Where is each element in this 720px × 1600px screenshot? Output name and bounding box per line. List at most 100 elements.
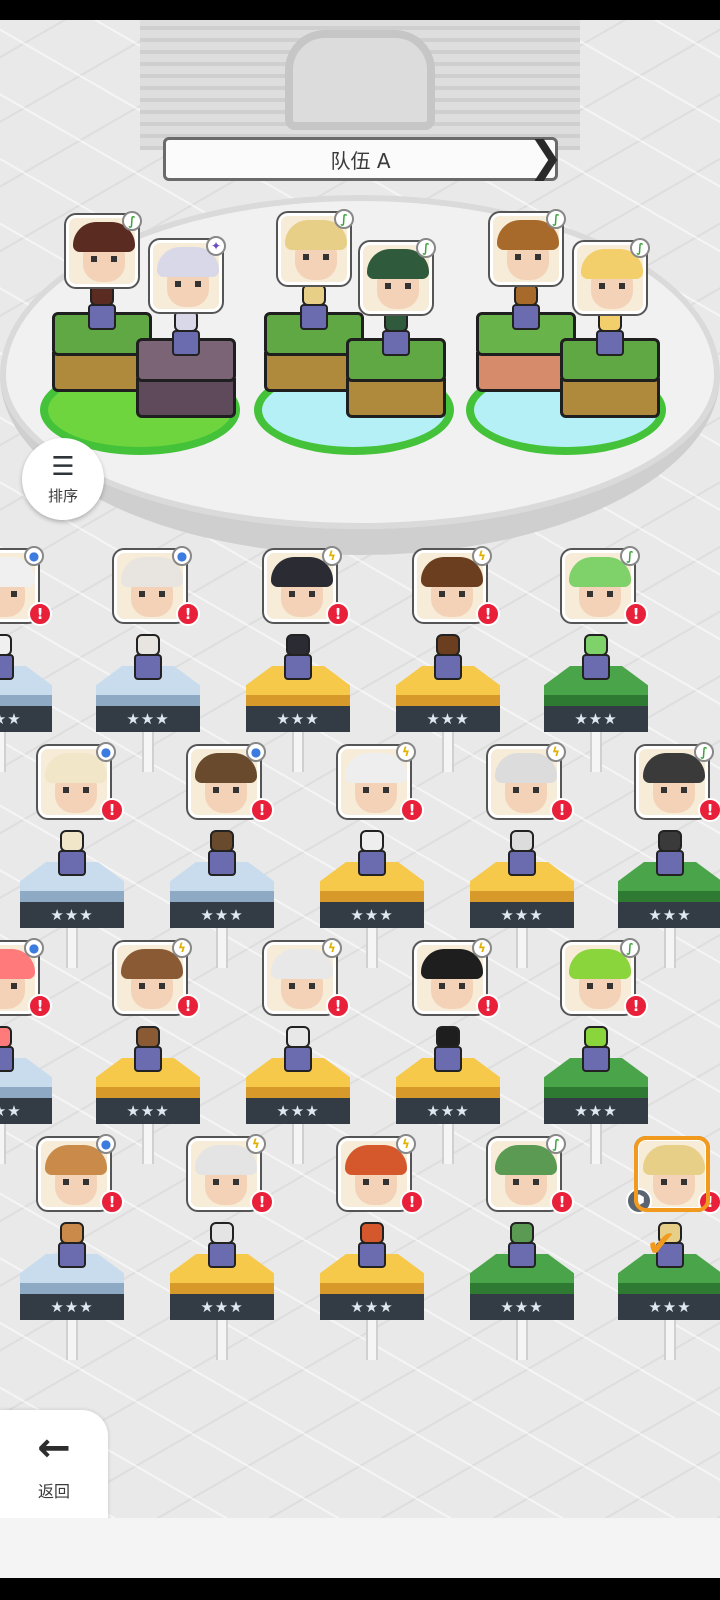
pedestal-pole [0,1124,6,1164]
sprite-body [58,1242,86,1268]
character-sprite [576,1026,616,1074]
pedestal-pole [366,928,378,968]
bolt-type-icon: ϟ [172,938,192,958]
pedestal-pole [216,1320,228,1360]
leaf-type-icon: ∫ [546,1134,566,1154]
alert-icon: ! [250,798,274,822]
pedestal-pole [442,732,454,772]
portrait-eyes [439,591,465,597]
star-rating: ★★★ [470,902,574,928]
portrait-eyes [587,983,613,989]
sprite-head [436,1026,460,1048]
portrait-eyes [213,1179,239,1185]
pedestal-pole [292,1124,304,1164]
pedestal-pole [66,1320,78,1360]
character-sprite [428,634,468,682]
character-sprite [428,1026,468,1074]
sprite-head [0,634,12,656]
portrait-eyes [661,787,687,793]
alert-icon: ! [550,1190,574,1214]
star-rating: ★★★ [20,902,124,928]
star-rating: ★★★ [0,706,52,732]
sprite-head [436,634,460,656]
star-rating: ★★★ [396,706,500,732]
star-rating: ★★★ [320,1294,424,1320]
alert-icon: ! [400,798,424,822]
sprite-head [136,1026,160,1048]
sprite-body [0,1046,14,1072]
star-rating: ★★★ [170,902,274,928]
leaf-type-icon: ∫ [620,546,640,566]
star-rating: ★★★ [320,902,424,928]
alert-icon: ! [698,798,720,822]
alert-icon: ! [624,994,648,1018]
alert-icon: ! [100,1190,124,1214]
character-sprite [52,1222,92,1270]
pedestal-pole [664,928,676,968]
star-rating: ★★★ [246,706,350,732]
alert-icon: ! [100,798,124,822]
sprite-head [510,1222,534,1244]
portrait-eyes [513,787,539,793]
character-sprite [0,1026,20,1074]
bottom-strip [0,1518,720,1578]
star-rating: ★★★ [396,1098,500,1124]
orb-type-icon: ● [172,546,192,566]
portrait-eyes [139,983,165,989]
leaf-type-icon: ∫ [694,742,714,762]
sprite-body [134,654,162,680]
status-bar [0,0,720,20]
star-rating: ★★★ [96,706,200,732]
bolt-type-icon: ϟ [322,938,342,958]
portrait-eyes [0,591,17,597]
portrait-eyes [289,591,315,597]
alert-icon: ! [550,798,574,822]
sprite-head [60,830,84,852]
sprite-body [582,1046,610,1072]
character-roster: ★★★ ●! ★★★ ●! ★★★ ϟ! ★★★ ϟ! ★★★ ∫! ★★★ ●! ★★★ ●! ★★★ ϟ!… [0,20,720,1518]
sprite-head [658,830,682,852]
portrait-eyes [289,983,315,989]
pedestal-pole [216,928,228,968]
sprite-body [208,850,236,876]
pedestal-pole [664,1320,676,1360]
character-sprite [576,634,616,682]
sprite-head [286,1026,310,1048]
bolt-type-icon: ϟ [396,742,416,762]
portrait-eyes [63,787,89,793]
orb-type-icon: ● [96,742,116,762]
alert-icon: ! [28,602,52,626]
sprite-head [510,830,534,852]
bolt-type-icon: ϟ [322,546,342,566]
character-sprite [0,634,20,682]
character-sprite [278,634,318,682]
portrait-eyes [363,787,389,793]
alert-icon: ! [476,994,500,1018]
sprite-body [434,1046,462,1072]
portrait-eyes [439,983,465,989]
sprite-body [582,654,610,680]
alert-icon: ! [624,602,648,626]
star-rating: ★★★ [544,1098,648,1124]
sprite-body [134,1046,162,1072]
leaf-type-icon: ∫ [620,938,640,958]
star-rating: ★★★ [470,1294,574,1320]
alert-icon: ! [326,602,350,626]
alert-icon: ! [28,994,52,1018]
pedestal-pole [442,1124,454,1164]
sprite-head [584,634,608,656]
sprite-body [284,1046,312,1072]
alert-icon: ! [250,1190,274,1214]
star-rating: ★★★ [170,1294,274,1320]
sprite-body [284,654,312,680]
back-button[interactable]: ← 返回 [0,1410,108,1518]
portrait-eyes [0,983,17,989]
character-sprite [202,1222,242,1270]
character-sprite [352,1222,392,1270]
star-rating: ★★★ [544,706,648,732]
sprite-body [208,1242,236,1268]
star-rating: ★★★ [618,1294,720,1320]
pedestal-pole [66,928,78,968]
pedestal-pole [590,732,602,772]
alert-icon: ! [326,994,350,1018]
